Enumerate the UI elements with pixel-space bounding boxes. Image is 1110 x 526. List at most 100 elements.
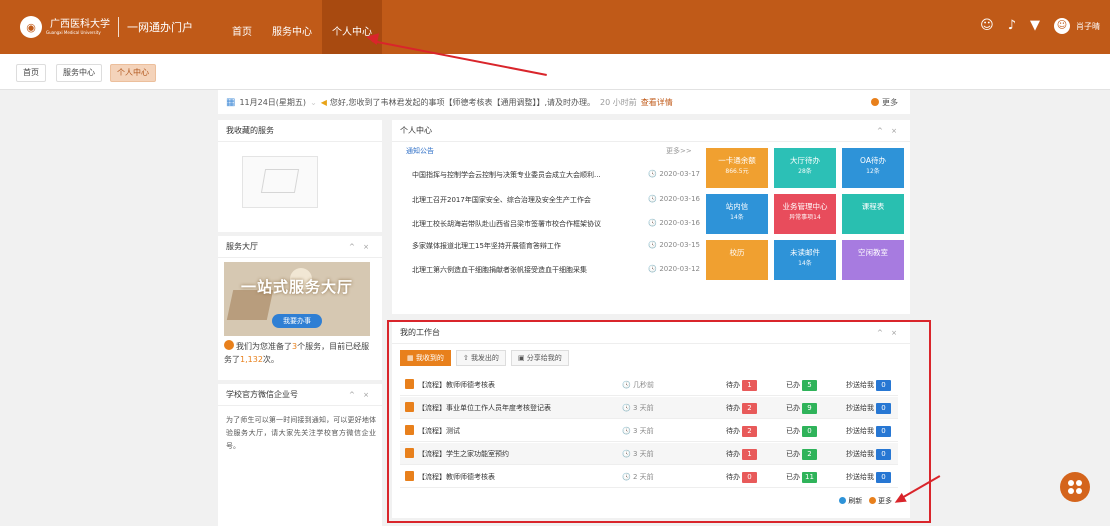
info-prefix: 我们为您准备了 xyxy=(236,342,292,351)
shirt-icon[interactable]: ▼ xyxy=(1030,18,1040,34)
news-date-text: 2020-03-17 xyxy=(659,170,700,178)
wechat-title: 学校官方微信企业号 xyxy=(226,390,298,399)
news-item[interactable]: 北理工校长胡海岩带队赴山西省吕梁市签署市校合作框架协议 🕓 2020-03-16 xyxy=(412,219,700,229)
notice-bar: ▦ 11月24日(星期五) ⌄ ◀ 您好,您收到了韦林君发起的事项【师德考核表【… xyxy=(218,90,910,114)
service-hall-banner[interactable]: 一站式服务大厅 我要办事 xyxy=(224,262,370,336)
school-emblem-icon: ◉ xyxy=(20,16,42,38)
highlight-box xyxy=(387,320,931,523)
quick-tile[interactable]: 业务管理中心 异常事项14 xyxy=(774,194,836,234)
news-item[interactable]: 北理工第六例造血干细胞捐献者张帆接受造血干细胞采集 🕓 2020-03-12 xyxy=(412,265,700,275)
chevron-down-icon[interactable]: ⌄ xyxy=(310,98,317,107)
quick-tile[interactable]: 校历 xyxy=(706,240,768,280)
quick-tile-label: 业务管理中心 xyxy=(782,202,828,211)
grid-dot-icon xyxy=(1068,480,1074,486)
empty-box-icon xyxy=(242,156,318,208)
top-bar: ◉ 广西医科大学 Guangxi Medical University 一网通办… xyxy=(0,0,1110,54)
news-date: 🕓 2020-03-16 xyxy=(648,195,700,203)
favorites-panel: 我收藏的服务 xyxy=(218,120,382,232)
announcement-more-link[interactable]: 更多>> xyxy=(666,146,692,156)
news-date-text: 2020-03-12 xyxy=(659,265,700,273)
news-date: 🕓 2020-03-12 xyxy=(648,265,700,273)
school-name: 广西医科大学 xyxy=(50,18,110,30)
quick-tile-value: 12条 xyxy=(866,168,880,175)
do-business-button[interactable]: 我要办事 xyxy=(272,314,322,328)
served-count: 1,132 xyxy=(240,355,263,364)
personal-center-title: 个人中心 xyxy=(400,126,432,135)
quick-tile-value: 14条 xyxy=(798,260,812,267)
panel-controls-icon[interactable]: ^ × xyxy=(349,236,372,258)
quick-tile-label: 空闲教室 xyxy=(858,248,888,257)
news-title: 中国指挥与控制学会云控制与决策专业委员会成立大会顺利... xyxy=(412,171,601,179)
announcement-label[interactable]: 通知公告 xyxy=(406,146,434,156)
news-date-text: 2020-03-16 xyxy=(659,219,700,227)
service-hall-title: 服务大厅 xyxy=(226,242,258,251)
quick-tile-label: 站内信 xyxy=(725,202,749,211)
notice-detail-link[interactable]: 查看详情 xyxy=(641,97,673,108)
news-date: 🕓 2020-03-15 xyxy=(648,241,700,249)
crumb-service-center[interactable]: 服务中心 xyxy=(56,64,102,82)
personal-center-header: 个人中心 ^ × xyxy=(392,120,910,142)
grid-dot-icon xyxy=(1076,488,1082,494)
news-title: 多家媒体报道北理工15年坚持开展德育答辩工作 xyxy=(412,242,561,250)
breadcrumb: 首页 服务中心 个人中心 xyxy=(0,54,1110,90)
news-date-text: 2020-03-16 xyxy=(659,195,700,203)
favorites-title: 我收藏的服务 xyxy=(218,120,382,142)
user-name[interactable]: 肖子晴 xyxy=(1076,21,1100,32)
quick-tile[interactable]: 未读邮件 14条 xyxy=(774,240,836,280)
portal-title: 一网通办门户 xyxy=(127,21,193,34)
crumb-home[interactable]: 首页 xyxy=(16,64,46,82)
crumb-personal-center[interactable]: 个人中心 xyxy=(110,64,156,82)
quick-tile[interactable]: OA待办 12条 xyxy=(842,148,904,188)
news-title: 北理工第六例造血干细胞捐献者张帆接受造血干细胞采集 xyxy=(412,266,587,274)
quick-tile-value: 28条 xyxy=(798,168,812,175)
quick-tile-value: 异常事项14 xyxy=(789,214,821,221)
school-name-en: Guangxi Medical University xyxy=(46,29,101,35)
nav-service-center[interactable]: 服务中心 xyxy=(262,0,322,54)
notice-more-link[interactable]: 更多 xyxy=(871,97,898,108)
wechat-panel: 学校官方微信企业号 ^ × 为了师生可以第一时间接到通知，可以更好地体验服务大厅… xyxy=(218,384,382,526)
school-logo[interactable]: ◉ 广西医科大学 Guangxi Medical University 一网通办… xyxy=(20,16,193,38)
personal-center-panel: 个人中心 ^ × 通知公告 更多>> 中国指挥与控制学会云控制与决策专业委员会成… xyxy=(392,120,910,314)
banner-title: 一站式服务大厅 xyxy=(240,278,353,296)
chat-icon[interactable]: ☺ xyxy=(980,18,994,34)
news-title: 北理工校长胡海岩带队赴山西省吕梁市签署市校合作框架协议 xyxy=(412,220,601,228)
speaker-icon[interactable]: ♪ xyxy=(1008,18,1016,34)
quick-tile[interactable]: 空闲教室 xyxy=(842,240,904,280)
quick-tile-value: 866.5元 xyxy=(725,168,749,175)
nav-personal-center[interactable]: 个人中心 xyxy=(322,0,382,54)
service-hall-header: 服务大厅 ^ × xyxy=(218,236,382,258)
news-date-text: 2020-03-15 xyxy=(659,241,700,249)
wechat-text: 为了师生可以第一时间接到通知，可以更好地体验服务大厅，请大家先关注学校官方微信企… xyxy=(226,416,376,450)
quick-tile[interactable]: 站内信 14条 xyxy=(706,194,768,234)
floating-menu-button[interactable] xyxy=(1060,472,1090,502)
quick-tile-value: 14条 xyxy=(730,214,744,221)
notice-date: 11月24日(星期五) xyxy=(239,97,307,107)
news-date: 🕓 2020-03-17 xyxy=(648,170,700,178)
news-item[interactable]: 多家媒体报道北理工15年坚持开展德育答辩工作 🕓 2020-03-15 xyxy=(412,241,700,251)
quick-tile-label: 校历 xyxy=(729,248,745,257)
pie-icon xyxy=(224,340,234,350)
service-hall-info: 我们为您准备了3个服务，目前已经服务了1,132次。 xyxy=(224,340,374,366)
quick-tile[interactable]: 一卡通余额 866.5元 xyxy=(706,148,768,188)
panel-controls-icon[interactable]: ^ × xyxy=(349,384,372,406)
notice-message: 您好,您收到了韦林君发起的事项【师德考核表【通用调整】】,请及时办理。 xyxy=(329,97,596,107)
panel-controls-icon[interactable]: ^ × xyxy=(877,120,900,142)
horn-icon: ◀ xyxy=(320,97,327,107)
quick-tile[interactable]: 课程表 xyxy=(842,194,904,234)
notice-time: 20 小时前 xyxy=(600,97,637,107)
service-hall-panel: 服务大厅 ^ × 一站式服务大厅 我要办事 我们为您准备了3个服务，目前已经服务… xyxy=(218,236,382,380)
notice-more-label: 更多 xyxy=(882,98,898,107)
quick-tile[interactable]: 大厅待办 28条 xyxy=(774,148,836,188)
quick-tile-label: 课程表 xyxy=(861,202,885,211)
quick-tile-label: 大厅待办 xyxy=(790,156,820,165)
calendar-icon: ▦ xyxy=(226,96,236,108)
news-item[interactable]: 中国指挥与控制学会云控制与决策专业委员会成立大会顺利... 🕓 2020-03-1… xyxy=(412,170,700,180)
more-icon xyxy=(871,98,879,106)
avatar[interactable]: ☺ xyxy=(1054,18,1070,34)
grid-dot-icon xyxy=(1076,480,1082,486)
main-nav: 首页 服务中心 个人中心 xyxy=(222,0,382,54)
nav-home[interactable]: 首页 xyxy=(222,0,262,54)
news-title: 北理工召开2017年国家安全、综合治理及安全生产工作会 xyxy=(412,196,591,204)
news-item[interactable]: 北理工召开2017年国家安全、综合治理及安全生产工作会 🕓 2020-03-16 xyxy=(412,195,700,205)
grid-dot-icon xyxy=(1068,488,1074,494)
